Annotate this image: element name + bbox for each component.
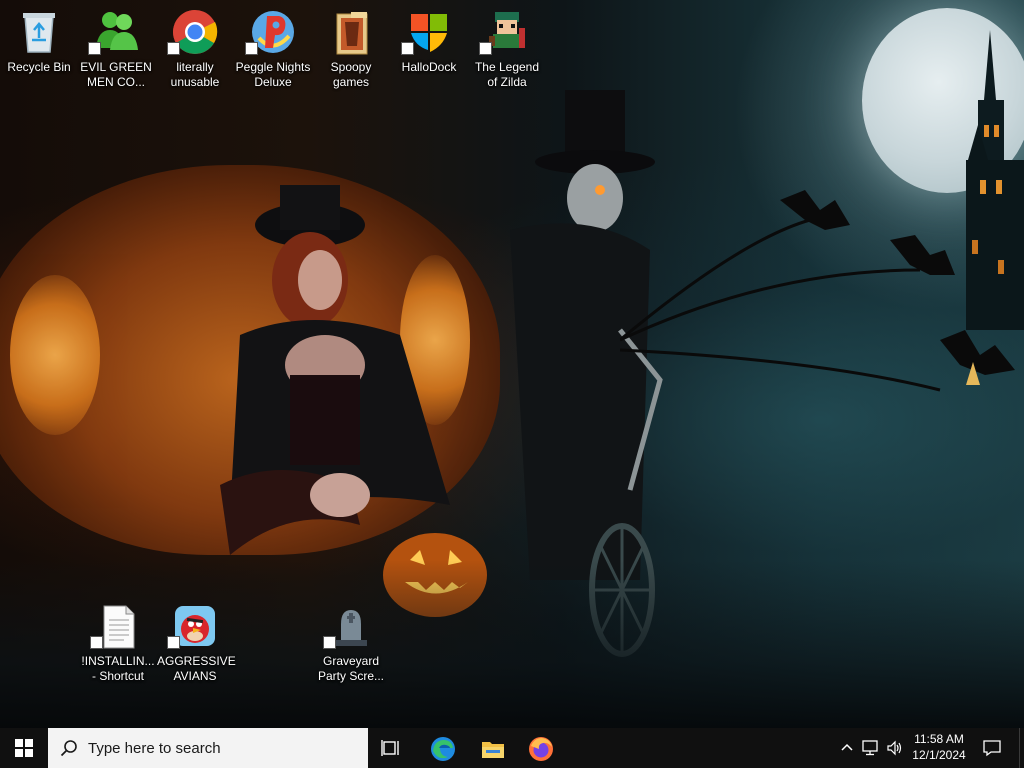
- taskbar-edge-button[interactable]: [418, 728, 466, 768]
- desktop-icon-label: Spoopy games: [330, 60, 372, 89]
- taskbar-file-explorer-button[interactable]: [468, 728, 516, 768]
- action-center-button[interactable]: [976, 728, 1008, 768]
- shortcut-arrow-icon: [323, 636, 336, 649]
- clock-date: 12/1/2024: [912, 748, 966, 762]
- desktop-icon-label: The Legend of Zilda: [474, 60, 540, 89]
- shortcut-arrow-icon: [167, 42, 180, 55]
- network-icon: [862, 740, 878, 756]
- microsoft-edge-icon: [431, 737, 455, 761]
- desktop-icon-label: !INSTALLIN... - Shortcut: [81, 654, 155, 683]
- firefox-icon: [529, 737, 553, 761]
- desktop-icon-literally-unusable[interactable]: literally unusable: [157, 4, 233, 89]
- taskbar: Type here to search 11:58 AM 12/1/2024: [0, 728, 1024, 768]
- desktop-icon-hallodock[interactable]: HalloDock: [391, 4, 467, 88]
- shortcut-arrow-icon: [90, 636, 103, 649]
- desktop-icon-label: literally unusable: [170, 60, 220, 89]
- show-desktop-button[interactable]: [1019, 728, 1024, 768]
- shortcut-arrow-icon: [401, 42, 414, 55]
- desktop-icon-aggressive-avians[interactable]: AGGRESSIVE AVIANS: [157, 598, 236, 683]
- bats-artwork: [620, 190, 1015, 392]
- desktop-icon-label: Recycle Bin: [7, 60, 71, 74]
- desktop-icon-legend-of-zilda[interactable]: The Legend of Zilda: [469, 4, 545, 89]
- desktop-icon-installing-shortcut[interactable]: !INSTALLIN... - Shortcut: [80, 598, 156, 683]
- folder-icon: [482, 742, 504, 758]
- shortcut-arrow-icon: [479, 42, 492, 55]
- desktop-icon-spoopy-games[interactable]: Spoopy games: [313, 4, 389, 89]
- notification-icon: [983, 740, 1001, 757]
- task-view-icon: [381, 740, 399, 756]
- shortcut-arrow-icon: [88, 42, 101, 55]
- search-icon: [60, 740, 77, 757]
- network-status-button[interactable]: [860, 728, 882, 768]
- desktop-icon-label: HalloDock: [401, 60, 457, 74]
- taskbar-clock[interactable]: 11:58 AM 12/1/2024: [904, 731, 974, 765]
- task-view-button[interactable]: [368, 728, 416, 768]
- desktop-icon-label: AGGRESSIVE AVIANS: [157, 654, 236, 683]
- folder-icon: [336, 12, 368, 55]
- search-placeholder: Type here to search: [88, 740, 221, 757]
- show-hidden-icons-button[interactable]: [838, 728, 856, 768]
- volume-button[interactable]: [884, 728, 906, 768]
- shortcut-arrow-icon: [167, 636, 180, 649]
- taskbar-search-box[interactable]: Type here to search: [48, 728, 368, 768]
- desktop-icon-graveyard-party[interactable]: Graveyard Party Scre...: [313, 598, 389, 683]
- desktop-icon-peggle-nights[interactable]: Peggle Nights Deluxe: [235, 4, 311, 89]
- desktop-icon-evil-green-men[interactable]: EVIL GREEN MEN CO...: [78, 4, 154, 89]
- speaker-icon: [887, 740, 902, 756]
- taskbar-firefox-button[interactable]: [516, 728, 564, 768]
- start-button[interactable]: [0, 728, 48, 768]
- shortcut-arrow-icon: [245, 42, 258, 55]
- chevron-up-icon: [841, 743, 853, 751]
- desktop-icon-label: EVIL GREEN MEN CO...: [80, 60, 152, 89]
- desktop-icon-recycle-bin[interactable]: Recycle Bin: [1, 4, 77, 88]
- clock-time: 11:58 AM: [914, 732, 964, 746]
- recycle-bin-icon: [23, 13, 55, 53]
- desktop-icon-label: Graveyard Party Scre...: [317, 654, 385, 683]
- windows-logo-icon: [15, 739, 33, 757]
- desktop-icon-label: Peggle Nights Deluxe: [235, 60, 311, 89]
